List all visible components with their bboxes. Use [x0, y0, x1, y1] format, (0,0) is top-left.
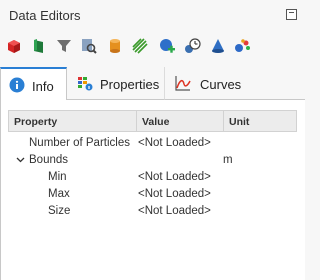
- add-blue-circle-icon[interactable]: [158, 37, 176, 55]
- blue-cone-icon[interactable]: [209, 37, 227, 55]
- property-name: Bounds: [29, 154, 69, 166]
- float-window-icon[interactable]: [286, 9, 297, 20]
- header-property[interactable]: Property: [14, 116, 57, 128]
- property-value: <Not Loaded>: [138, 205, 211, 217]
- header-unit[interactable]: Unit: [229, 116, 249, 128]
- green-flag-icon[interactable]: [30, 37, 48, 55]
- tab-bar: Info Properties Curves: [0, 67, 305, 101]
- title-bar: Data Editors: [0, 0, 305, 30]
- colorful-dots-icon[interactable]: [234, 37, 252, 55]
- property-name: Number of Particles: [29, 137, 130, 149]
- funnel-icon[interactable]: [55, 37, 73, 55]
- property-value: <Not Loaded>: [138, 137, 211, 149]
- table-row[interactable]: Number of Particles <Not Loaded>: [8, 135, 297, 152]
- clock-sphere-icon[interactable]: [183, 37, 201, 55]
- info-icon: [9, 77, 25, 93]
- table-row[interactable]: Bounds m: [8, 152, 297, 169]
- green-stripes-icon[interactable]: [131, 37, 149, 55]
- property-table: Property Value Unit Number of Particles …: [8, 110, 297, 220]
- table-row[interactable]: Min <Not Loaded>: [8, 169, 297, 186]
- property-name: Max: [48, 188, 70, 200]
- tab-curves-label: Curves: [200, 77, 242, 92]
- tab-properties[interactable]: Properties: [67, 67, 165, 100]
- info-panel: Property Value Unit Number of Particles …: [0, 100, 305, 280]
- property-name: Size: [48, 205, 71, 217]
- property-value: <Not Loaded>: [138, 171, 211, 183]
- tab-properties-label: Properties: [100, 77, 160, 92]
- search-doc-icon[interactable]: [80, 37, 98, 55]
- orange-cylinder-icon[interactable]: [106, 37, 124, 55]
- header-value[interactable]: Value: [142, 116, 169, 128]
- curve-chart-icon: [175, 75, 191, 91]
- property-value: <Not Loaded>: [138, 188, 211, 200]
- tab-bar-spacer: [252, 67, 305, 100]
- red-cube-icon[interactable]: [5, 37, 23, 55]
- toolbar: [0, 32, 305, 60]
- table-row[interactable]: Size <Not Loaded>: [8, 203, 297, 220]
- table-header: Property Value Unit: [8, 110, 297, 132]
- properties-grid-icon: [77, 75, 93, 91]
- tab-info-label: Info: [32, 79, 54, 94]
- tab-curves[interactable]: Curves: [165, 67, 252, 100]
- property-unit: m: [223, 154, 233, 166]
- header-divider: [136, 111, 137, 131]
- header-divider: [223, 111, 224, 131]
- chevron-down-icon[interactable]: [16, 155, 25, 164]
- tab-info[interactable]: Info: [0, 67, 67, 101]
- table-row[interactable]: Max <Not Loaded>: [8, 186, 297, 203]
- window-title: Data Editors: [9, 8, 81, 23]
- property-name: Min: [48, 171, 67, 183]
